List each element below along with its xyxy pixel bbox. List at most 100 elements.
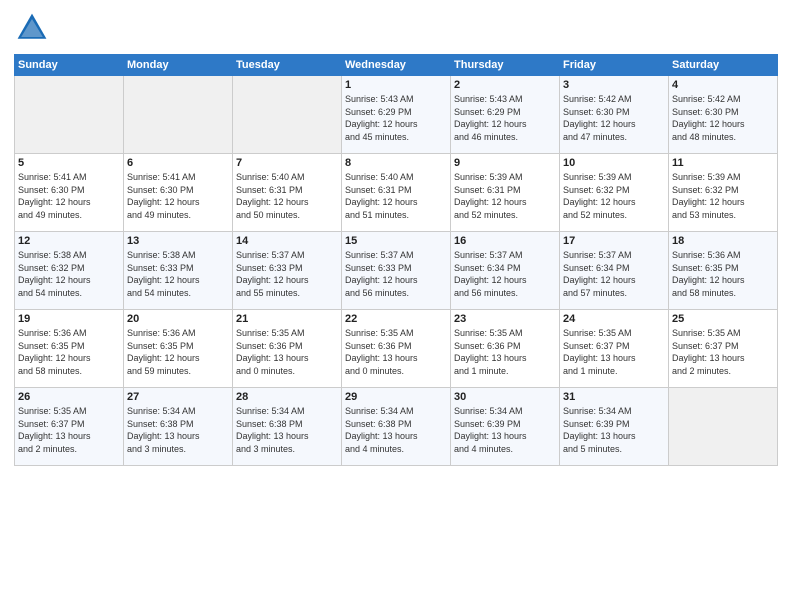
day-number: 8 bbox=[345, 157, 447, 169]
day-number: 28 bbox=[236, 391, 338, 403]
weekday-header-cell: Monday bbox=[124, 55, 233, 76]
weekday-header-cell: Thursday bbox=[451, 55, 560, 76]
day-info: Sunrise: 5:38 AM Sunset: 6:33 PM Dayligh… bbox=[127, 249, 229, 299]
day-info: Sunrise: 5:39 AM Sunset: 6:32 PM Dayligh… bbox=[672, 171, 774, 221]
weekday-header-cell: Sunday bbox=[15, 55, 124, 76]
calendar-day-cell: 18 Sunrise: 5:36 AM Sunset: 6:35 PM Dayli… bbox=[669, 232, 778, 310]
calendar-day-cell bbox=[124, 76, 233, 154]
day-number: 5 bbox=[18, 157, 120, 169]
calendar-day-cell: 14 Sunrise: 5:37 AM Sunset: 6:33 PM Dayli… bbox=[233, 232, 342, 310]
day-number: 13 bbox=[127, 235, 229, 247]
calendar-day-cell: 7Sunrise: 5:40 AM Sunset: 6:31 PM Daylig… bbox=[233, 154, 342, 232]
day-info: Sunrise: 5:39 AM Sunset: 6:31 PM Dayligh… bbox=[454, 171, 556, 221]
day-number: 16 bbox=[454, 235, 556, 247]
day-info: Sunrise: 5:35 AM Sunset: 6:37 PM Dayligh… bbox=[563, 327, 665, 377]
calendar-week-row: 19 Sunrise: 5:36 AM Sunset: 6:35 PM Dayli… bbox=[15, 310, 778, 388]
day-info: Sunrise: 5:37 AM Sunset: 6:33 PM Dayligh… bbox=[236, 249, 338, 299]
calendar-day-cell: 31 Sunrise: 5:34 AM Sunset: 6:39 PM Dayli… bbox=[560, 388, 669, 466]
day-number: 17 bbox=[563, 235, 665, 247]
day-info: Sunrise: 5:35 AM Sunset: 6:37 PM Dayligh… bbox=[18, 405, 120, 455]
calendar-day-cell: 13 Sunrise: 5:38 AM Sunset: 6:33 PM Dayli… bbox=[124, 232, 233, 310]
calendar-day-cell: 23Sunrise: 5:35 AM Sunset: 6:36 PM Dayli… bbox=[451, 310, 560, 388]
calendar-day-cell bbox=[15, 76, 124, 154]
day-number: 24 bbox=[563, 313, 665, 325]
day-info: Sunrise: 5:42 AM Sunset: 6:30 PM Dayligh… bbox=[672, 93, 774, 143]
calendar-table: SundayMondayTuesdayWednesdayThursdayFrid… bbox=[14, 54, 778, 466]
weekday-header-cell: Friday bbox=[560, 55, 669, 76]
day-info: Sunrise: 5:43 AM Sunset: 6:29 PM Dayligh… bbox=[454, 93, 556, 143]
calendar-day-cell: 17 Sunrise: 5:37 AM Sunset: 6:34 PM Dayli… bbox=[560, 232, 669, 310]
day-number: 9 bbox=[454, 157, 556, 169]
day-info: Sunrise: 5:38 AM Sunset: 6:32 PM Dayligh… bbox=[18, 249, 120, 299]
day-info: Sunrise: 5:43 AM Sunset: 6:29 PM Dayligh… bbox=[345, 93, 447, 143]
day-number: 14 bbox=[236, 235, 338, 247]
calendar-day-cell: 12 Sunrise: 5:38 AM Sunset: 6:32 PM Dayli… bbox=[15, 232, 124, 310]
calendar-day-cell: 6 Sunrise: 5:41 AM Sunset: 6:30 PM Daylig… bbox=[124, 154, 233, 232]
calendar-day-cell: 4Sunrise: 5:42 AM Sunset: 6:30 PM Daylig… bbox=[669, 76, 778, 154]
calendar-week-row: 5 Sunrise: 5:41 AM Sunset: 6:30 PM Daylig… bbox=[15, 154, 778, 232]
day-info: Sunrise: 5:37 AM Sunset: 6:34 PM Dayligh… bbox=[563, 249, 665, 299]
day-number: 18 bbox=[672, 235, 774, 247]
day-number: 27 bbox=[127, 391, 229, 403]
day-number: 19 bbox=[18, 313, 120, 325]
day-info: Sunrise: 5:36 AM Sunset: 6:35 PM Dayligh… bbox=[672, 249, 774, 299]
day-info: Sunrise: 5:42 AM Sunset: 6:30 PM Dayligh… bbox=[563, 93, 665, 143]
calendar-day-cell: 3 Sunrise: 5:42 AM Sunset: 6:30 PM Daylig… bbox=[560, 76, 669, 154]
day-info: Sunrise: 5:35 AM Sunset: 6:36 PM Dayligh… bbox=[345, 327, 447, 377]
day-info: Sunrise: 5:34 AM Sunset: 6:39 PM Dayligh… bbox=[563, 405, 665, 455]
calendar-page: SundayMondayTuesdayWednesdayThursdayFrid… bbox=[0, 0, 792, 612]
calendar-week-row: 1 Sunrise: 5:43 AM Sunset: 6:29 PM Daylig… bbox=[15, 76, 778, 154]
calendar-day-cell: 30 Sunrise: 5:34 AM Sunset: 6:39 PM Dayli… bbox=[451, 388, 560, 466]
header bbox=[14, 10, 778, 46]
day-info: Sunrise: 5:36 AM Sunset: 6:35 PM Dayligh… bbox=[18, 327, 120, 377]
day-number: 26 bbox=[18, 391, 120, 403]
day-info: Sunrise: 5:40 AM Sunset: 6:31 PM Dayligh… bbox=[236, 171, 338, 221]
day-number: 15 bbox=[345, 235, 447, 247]
calendar-day-cell: 11 Sunrise: 5:39 AM Sunset: 6:32 PM Dayli… bbox=[669, 154, 778, 232]
calendar-day-cell: 20 Sunrise: 5:36 AM Sunset: 6:35 PM Dayli… bbox=[124, 310, 233, 388]
calendar-day-cell bbox=[669, 388, 778, 466]
weekday-header-cell: Wednesday bbox=[342, 55, 451, 76]
day-info: Sunrise: 5:37 AM Sunset: 6:33 PM Dayligh… bbox=[345, 249, 447, 299]
day-number: 29 bbox=[345, 391, 447, 403]
weekday-header-cell: Tuesday bbox=[233, 55, 342, 76]
calendar-day-cell: 21Sunrise: 5:35 AM Sunset: 6:36 PM Dayli… bbox=[233, 310, 342, 388]
day-number: 25 bbox=[672, 313, 774, 325]
logo bbox=[14, 10, 54, 46]
weekday-header-cell: Saturday bbox=[669, 55, 778, 76]
calendar-day-cell: 25 Sunrise: 5:35 AM Sunset: 6:37 PM Dayli… bbox=[669, 310, 778, 388]
calendar-day-cell: 26 Sunrise: 5:35 AM Sunset: 6:37 PM Dayli… bbox=[15, 388, 124, 466]
day-info: Sunrise: 5:41 AM Sunset: 6:30 PM Dayligh… bbox=[18, 171, 120, 221]
day-number: 10 bbox=[563, 157, 665, 169]
day-number: 6 bbox=[127, 157, 229, 169]
weekday-header-row: SundayMondayTuesdayWednesdayThursdayFrid… bbox=[15, 55, 778, 76]
day-number: 2 bbox=[454, 79, 556, 91]
day-info: Sunrise: 5:35 AM Sunset: 6:37 PM Dayligh… bbox=[672, 327, 774, 377]
day-info: Sunrise: 5:34 AM Sunset: 6:38 PM Dayligh… bbox=[236, 405, 338, 455]
day-number: 31 bbox=[563, 391, 665, 403]
calendar-day-cell: 29 Sunrise: 5:34 AM Sunset: 6:38 PM Dayli… bbox=[342, 388, 451, 466]
day-info: Sunrise: 5:35 AM Sunset: 6:36 PM Dayligh… bbox=[454, 327, 556, 377]
day-number: 30 bbox=[454, 391, 556, 403]
day-number: 12 bbox=[18, 235, 120, 247]
day-number: 3 bbox=[563, 79, 665, 91]
day-number: 20 bbox=[127, 313, 229, 325]
day-number: 1 bbox=[345, 79, 447, 91]
calendar-day-cell: 27Sunrise: 5:34 AM Sunset: 6:38 PM Dayli… bbox=[124, 388, 233, 466]
calendar-day-cell: 15 Sunrise: 5:37 AM Sunset: 6:33 PM Dayli… bbox=[342, 232, 451, 310]
day-info: Sunrise: 5:34 AM Sunset: 6:39 PM Dayligh… bbox=[454, 405, 556, 455]
calendar-day-cell: 19 Sunrise: 5:36 AM Sunset: 6:35 PM Dayli… bbox=[15, 310, 124, 388]
calendar-day-cell: 24 Sunrise: 5:35 AM Sunset: 6:37 PM Dayli… bbox=[560, 310, 669, 388]
day-number: 11 bbox=[672, 157, 774, 169]
calendar-day-cell bbox=[233, 76, 342, 154]
day-info: Sunrise: 5:36 AM Sunset: 6:35 PM Dayligh… bbox=[127, 327, 229, 377]
calendar-day-cell: 10Sunrise: 5:39 AM Sunset: 6:32 PM Dayli… bbox=[560, 154, 669, 232]
day-info: Sunrise: 5:34 AM Sunset: 6:38 PM Dayligh… bbox=[345, 405, 447, 455]
calendar-day-cell: 2 Sunrise: 5:43 AM Sunset: 6:29 PM Daylig… bbox=[451, 76, 560, 154]
day-number: 21 bbox=[236, 313, 338, 325]
calendar-week-row: 26 Sunrise: 5:35 AM Sunset: 6:37 PM Dayli… bbox=[15, 388, 778, 466]
calendar-body: 1 Sunrise: 5:43 AM Sunset: 6:29 PM Daylig… bbox=[15, 76, 778, 466]
calendar-week-row: 12 Sunrise: 5:38 AM Sunset: 6:32 PM Dayli… bbox=[15, 232, 778, 310]
day-info: Sunrise: 5:41 AM Sunset: 6:30 PM Dayligh… bbox=[127, 171, 229, 221]
calendar-day-cell: 16Sunrise: 5:37 AM Sunset: 6:34 PM Dayli… bbox=[451, 232, 560, 310]
